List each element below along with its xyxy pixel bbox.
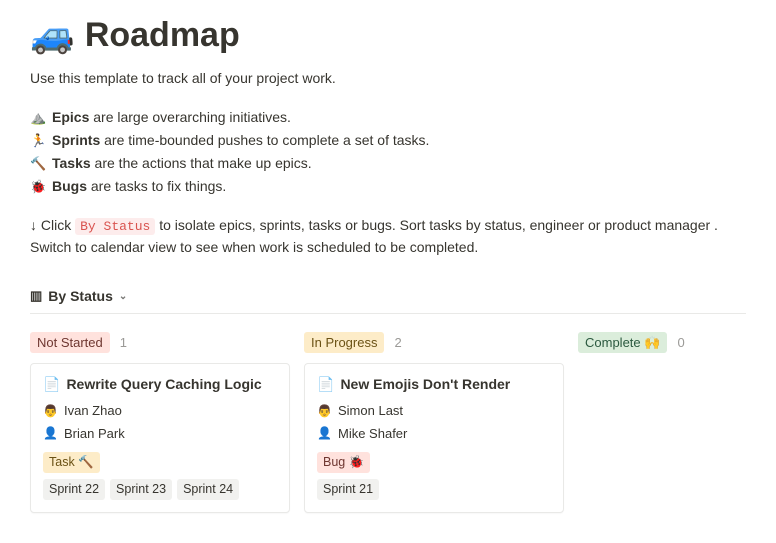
avatar-icon: 👤 [43,426,58,441]
document-icon: 📄 [43,374,60,395]
column-complete: Complete 🙌 0 [578,332,748,513]
status-tag-complete: Complete 🙌 [578,332,667,354]
page-title: 🚙 Roadmap [30,8,746,62]
type-tag-bug: Bug 🐞 [317,452,370,473]
legend-bugs-desc: are tasks to fix things. [87,178,226,194]
person-mike-shafer: 👤 Mike Shafer [317,424,551,444]
board-icon: ▥ [30,286,42,306]
view-label: By Status [48,286,113,307]
sprint-tag: Sprint 22 [43,479,105,500]
hint-prefix: ↓ Click [30,217,75,233]
person-name: Mike Shafer [338,424,407,444]
hammer-icon: 🔨 [30,154,46,174]
legend-epics-name: Epics [52,109,89,125]
hint-text[interactable]: ↓ Click By Status to isolate epics, spri… [30,215,746,258]
legend-epics[interactable]: ⛰️ Epics are large overarching initiativ… [30,107,746,128]
column-header-complete[interactable]: Complete 🙌 0 [578,332,748,354]
sprint-tags: Sprint 22 Sprint 23 Sprint 24 [43,479,277,500]
chevron-down-icon: ⌄ [119,289,127,304]
legend-tasks-desc: are the actions that make up epics. [91,155,312,171]
sprint-tag: Sprint 21 [317,479,379,500]
legend-sprints-desc: are time-bounded pushes to complete a se… [100,132,429,148]
card-new-emojis-dont-render[interactable]: 📄 New Emojis Don't Render 👨 Simon Last 👤… [304,363,564,513]
page-title-text[interactable]: Roadmap [85,10,240,61]
document-icon: 📄 [317,374,334,395]
column-count-in-progress: 2 [394,333,401,353]
column-header-not-started[interactable]: Not Started 1 [30,332,290,354]
sprint-tag: Sprint 23 [110,479,172,500]
sprint-tag: Sprint 24 [177,479,239,500]
legend-bugs-name: Bugs [52,178,87,194]
card-title-text: New Emojis Don't Render [340,374,510,395]
avatar-icon: 👨 [317,403,332,418]
card-rewrite-query-caching[interactable]: 📄 Rewrite Query Caching Logic 👨 Ivan Zha… [30,363,290,513]
legend-sprints-name: Sprints [52,132,100,148]
column-count-not-started: 1 [120,333,127,353]
view-switcher[interactable]: ▥ By Status ⌄ [30,280,746,314]
avatar-icon: 👤 [317,426,332,441]
person-name: Brian Park [64,424,125,444]
sprint-tags: Sprint 21 [317,479,551,500]
status-tag-not-started: Not Started [30,332,110,354]
kanban-board: Not Started 1 📄 Rewrite Query Caching Lo… [30,332,746,513]
person-simon-last: 👨 Simon Last [317,401,551,421]
person-name: Ivan Zhao [64,401,122,421]
legend-tasks-name: Tasks [52,155,91,171]
column-not-started: Not Started 1 📄 Rewrite Query Caching Lo… [30,332,290,513]
card-title-row: 📄 New Emojis Don't Render [317,374,551,395]
avatar-icon: 👨 [43,403,58,418]
type-tag-task: Task 🔨 [43,452,100,473]
legend-epics-desc: are large overarching initiatives. [89,109,291,125]
page-emoji-icon[interactable]: 🚙 [30,8,75,62]
mountain-icon: ⛰️ [30,108,46,128]
legend-block: ⛰️ Epics are large overarching initiativ… [30,107,746,197]
column-count-complete: 0 [677,333,684,353]
legend-sprints[interactable]: 🏃 Sprints are time-bounded pushes to com… [30,130,746,151]
card-title-text: Rewrite Query Caching Logic [66,374,261,395]
legend-bugs[interactable]: 🐞 Bugs are tasks to fix things. [30,176,746,197]
column-header-in-progress[interactable]: In Progress 2 [304,332,564,354]
person-brian-park: 👤 Brian Park [43,424,277,444]
person-ivan-zhao: 👨 Ivan Zhao [43,401,277,421]
page-subtitle[interactable]: Use this template to track all of your p… [30,68,746,89]
runner-icon: 🏃 [30,131,46,151]
card-title-row: 📄 Rewrite Query Caching Logic [43,374,277,395]
legend-tasks[interactable]: 🔨 Tasks are the actions that make up epi… [30,153,746,174]
hint-code: By Status [75,218,155,235]
person-name: Simon Last [338,401,403,421]
column-in-progress: In Progress 2 📄 New Emojis Don't Render … [304,332,564,513]
bug-icon: 🐞 [30,177,46,197]
status-tag-in-progress: In Progress [304,332,384,354]
